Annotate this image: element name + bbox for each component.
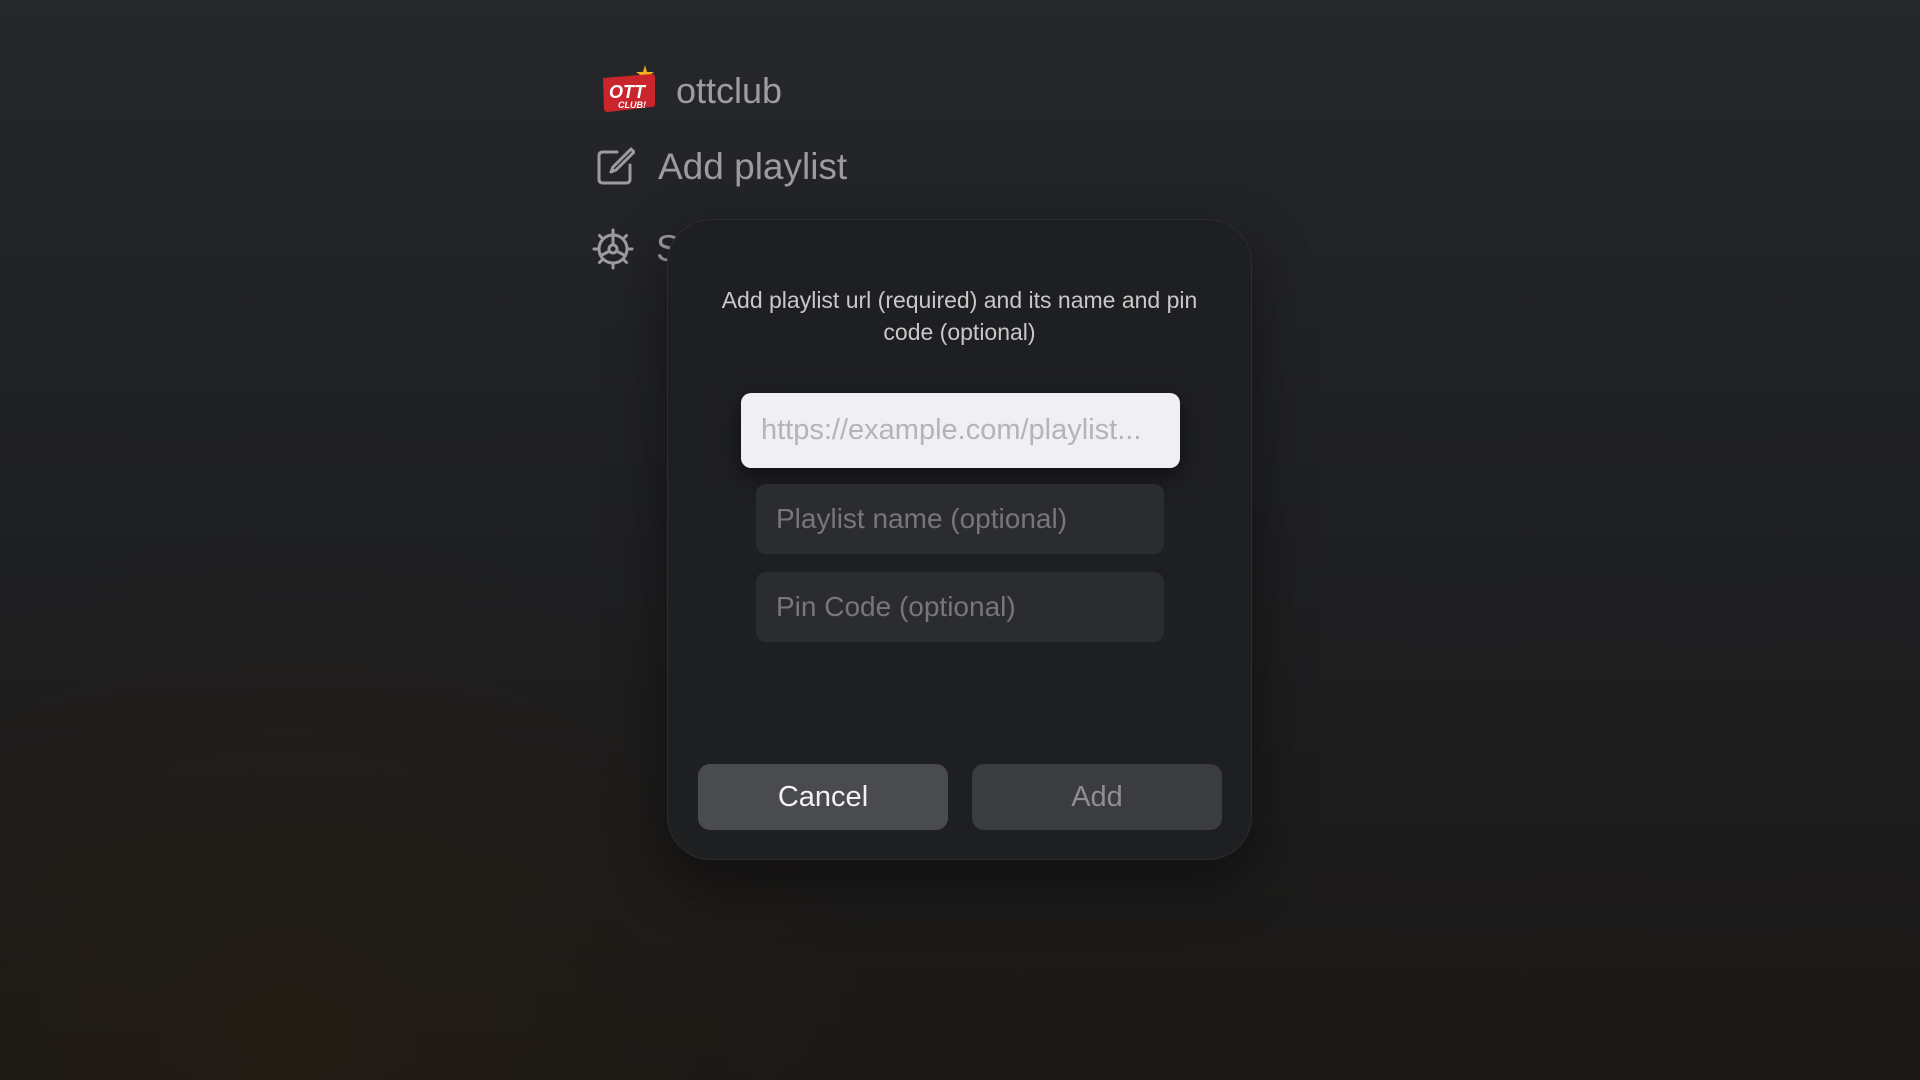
dialog-message: Add playlist url (required) and its name… <box>721 287 1198 345</box>
cancel-button[interactable]: Cancel <box>698 764 948 830</box>
add-playlist-dialog: Add playlist url (required) and its name… <box>667 219 1252 860</box>
add-playlist-label: Add playlist <box>658 146 848 187</box>
playlist-name-input[interactable]: Playlist name (optional) <box>756 484 1164 554</box>
pin-code-placeholder: Pin Code (optional) <box>776 591 1016 622</box>
pin-code-input[interactable]: Pin Code (optional) <box>756 572 1164 642</box>
svg-text:CLUB!: CLUB! <box>618 100 646 110</box>
menu-item-ottclub[interactable]: OTT CLUB! ottclub <box>600 64 782 118</box>
svg-text:OTT: OTT <box>609 82 647 102</box>
playlist-url-placeholder: https://example.com/playlist... <box>761 414 1142 446</box>
gear-icon <box>592 228 634 270</box>
edit-icon <box>594 146 636 188</box>
menu-item-add-playlist[interactable]: Add playlist <box>594 146 847 188</box>
brand-name: ottclub <box>676 70 783 111</box>
ottclub-logo: OTT CLUB! <box>600 64 658 118</box>
playlist-url-input[interactable]: https://example.com/playlist... <box>741 393 1180 468</box>
playlist-name-placeholder: Playlist name (optional) <box>776 503 1068 534</box>
add-button[interactable]: Add <box>972 764 1222 830</box>
